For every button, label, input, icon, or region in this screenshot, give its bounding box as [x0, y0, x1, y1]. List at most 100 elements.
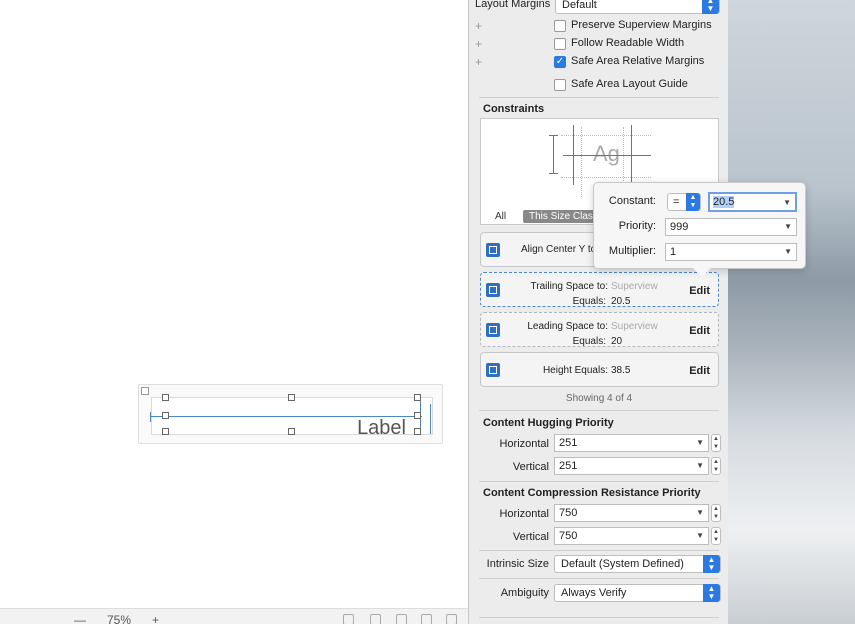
layout-margins-label: Layout Margins [475, 0, 551, 10]
add-variation-icon[interactable]: + [475, 37, 482, 51]
scene-corner-icon [141, 387, 149, 395]
height-icon [486, 363, 500, 377]
dropdown-arrow-icon: ▼ [696, 508, 704, 517]
update-frames-icon[interactable] [343, 614, 354, 624]
divider [479, 481, 719, 482]
safe-area-layout-guide-checkbox[interactable] [554, 79, 566, 91]
hugging-vertical-stepper[interactable]: ▲ ▼ [711, 457, 721, 475]
constraint-leading-space[interactable]: Leading Space to: Superview Equals: 20 E… [480, 312, 719, 347]
ambiguity-popup[interactable]: Always Verify ▲ ▼ [554, 584, 721, 602]
ambiguity-label: Ambiguity [500, 587, 549, 599]
segment-this-size-class[interactable]: This Size Class [523, 210, 603, 223]
zoom-level[interactable]: 75% [107, 613, 131, 624]
divider [479, 550, 719, 551]
chevron-updown-icon: ▲ ▼ [703, 584, 720, 602]
follow-readable-width-label: Follow Readable Width [571, 37, 685, 49]
priority-label: Priority: [618, 220, 656, 232]
divider [479, 617, 719, 618]
edit-button[interactable]: Edit [689, 365, 710, 377]
hugging-horizontal-value: 251 [559, 437, 578, 449]
hugging-horizontal-label: Horizontal [499, 438, 549, 450]
constraint-value: 38.5 [611, 365, 631, 376]
zoom-out-button[interactable]: — [74, 613, 86, 624]
resize-handle[interactable] [162, 412, 169, 419]
hugging-vertical-label: Vertical [512, 461, 549, 473]
constraint-equals-label: Equals: [572, 296, 606, 307]
trailing-constraint-line [430, 404, 431, 434]
preview-center-y-line [563, 155, 651, 156]
safe-area-relative-margins-checkbox[interactable]: ✓ [554, 56, 566, 68]
hugging-vertical-value: 251 [559, 460, 578, 472]
segment-all[interactable]: All [495, 211, 506, 222]
multiplier-label: Multiplier: [608, 245, 656, 257]
compression-vertical-stepper[interactable]: ▲ ▼ [711, 527, 721, 545]
divider [479, 97, 719, 98]
priority-field[interactable]: 999 ▼ [665, 218, 797, 236]
relation-popup[interactable]: = ▲ ▼ [667, 193, 701, 211]
add-variation-icon[interactable]: + [475, 55, 482, 69]
compression-vertical-label: Vertical [512, 531, 549, 543]
constraints-title: Constraints [483, 103, 545, 115]
chevron-updown-icon: ▲ ▼ [702, 0, 719, 14]
align-icon[interactable] [396, 614, 407, 624]
divider [479, 410, 719, 411]
desktop-wallpaper [728, 0, 855, 624]
edit-button[interactable]: Edit [689, 285, 710, 297]
view-controller-scene[interactable]: Label [138, 384, 443, 444]
preview-guide [561, 177, 651, 178]
resize-handle[interactable] [288, 428, 295, 435]
resize-handle[interactable] [414, 412, 421, 419]
compression-horizontal-stepper[interactable]: ▲ ▼ [711, 504, 721, 522]
dropdown-arrow-icon: ▼ [696, 461, 704, 470]
leading-space-icon [486, 323, 500, 337]
follow-readable-width-checkbox[interactable] [554, 38, 566, 50]
zoom-in-button[interactable]: + [152, 613, 159, 624]
constraint-name: Height Equals: [542, 365, 608, 376]
constant-label: Constant: [608, 195, 656, 207]
intrinsic-size-popup[interactable]: Default (System Defined) ▲ ▼ [554, 555, 721, 573]
resize-handle[interactable] [414, 428, 421, 435]
constraint-name: Align Center Y to: [521, 244, 600, 255]
add-variation-icon[interactable]: + [475, 19, 482, 33]
preserve-superview-margins-checkbox[interactable] [554, 20, 566, 32]
size-inspector: Layout Margins Default ▲ ▼ + Preserve Sup… [468, 0, 728, 624]
resize-handle[interactable] [414, 394, 421, 401]
layout-margins-popup[interactable]: Default ▲ ▼ [555, 0, 720, 14]
hugging-horizontal-field[interactable]: 251 ▼ [554, 434, 709, 452]
constraint-height[interactable]: Height Equals: 38.5 Edit [480, 352, 719, 387]
compression-horizontal-field[interactable]: 750 ▼ [554, 504, 709, 522]
compression-vertical-field[interactable]: 750 ▼ [554, 527, 709, 545]
hugging-vertical-field[interactable]: 251 ▼ [554, 457, 709, 475]
resize-handle[interactable] [162, 428, 169, 435]
stack-icon[interactable] [370, 614, 381, 624]
constant-field[interactable]: 20.5 ▼ [708, 192, 797, 212]
constraint-target: Superview [611, 321, 658, 332]
dropdown-arrow-icon: ▼ [783, 198, 791, 207]
hugging-horizontal-stepper[interactable]: ▲ ▼ [711, 434, 721, 452]
preview-guide [561, 135, 651, 136]
constraint-edit-popover: Constant: = ▲ ▼ 20.5 ▼ Priority: 999 ▼ Mu… [593, 182, 806, 269]
multiplier-field[interactable]: 1 ▼ [665, 243, 797, 261]
multiplier-value: 1 [670, 246, 677, 258]
constraint-value: 20 [611, 336, 623, 347]
dropdown-arrow-icon: ▼ [784, 222, 792, 231]
edit-button[interactable]: Edit [689, 325, 710, 337]
preview-height-cap [549, 173, 558, 174]
chevron-updown-icon: ▲ ▼ [703, 555, 720, 573]
resolve-issues-icon[interactable] [446, 614, 457, 624]
constraints-count: Showing 4 of 4 [565, 393, 633, 404]
priority-value: 999 [670, 221, 689, 233]
pin-icon[interactable] [421, 614, 432, 624]
constraint-trailing-space[interactable]: Trailing Space to: Superview Equals: 20.… [480, 272, 719, 307]
label-view[interactable]: Label [150, 394, 433, 439]
relation-value: = [673, 196, 680, 208]
dropdown-arrow-icon: ▼ [784, 247, 792, 256]
popover-arrow [693, 268, 711, 277]
constraint-value: 20.5 [611, 296, 631, 307]
resize-handle[interactable] [288, 394, 295, 401]
ambiguity-value: Always Verify [561, 587, 627, 599]
storyboard-canvas[interactable]: Label — 75% + [0, 0, 468, 624]
intrinsic-size-label: Intrinsic Size [486, 558, 549, 570]
resize-handle[interactable] [162, 394, 169, 401]
constraint-name: Trailing Space to: [530, 281, 608, 292]
